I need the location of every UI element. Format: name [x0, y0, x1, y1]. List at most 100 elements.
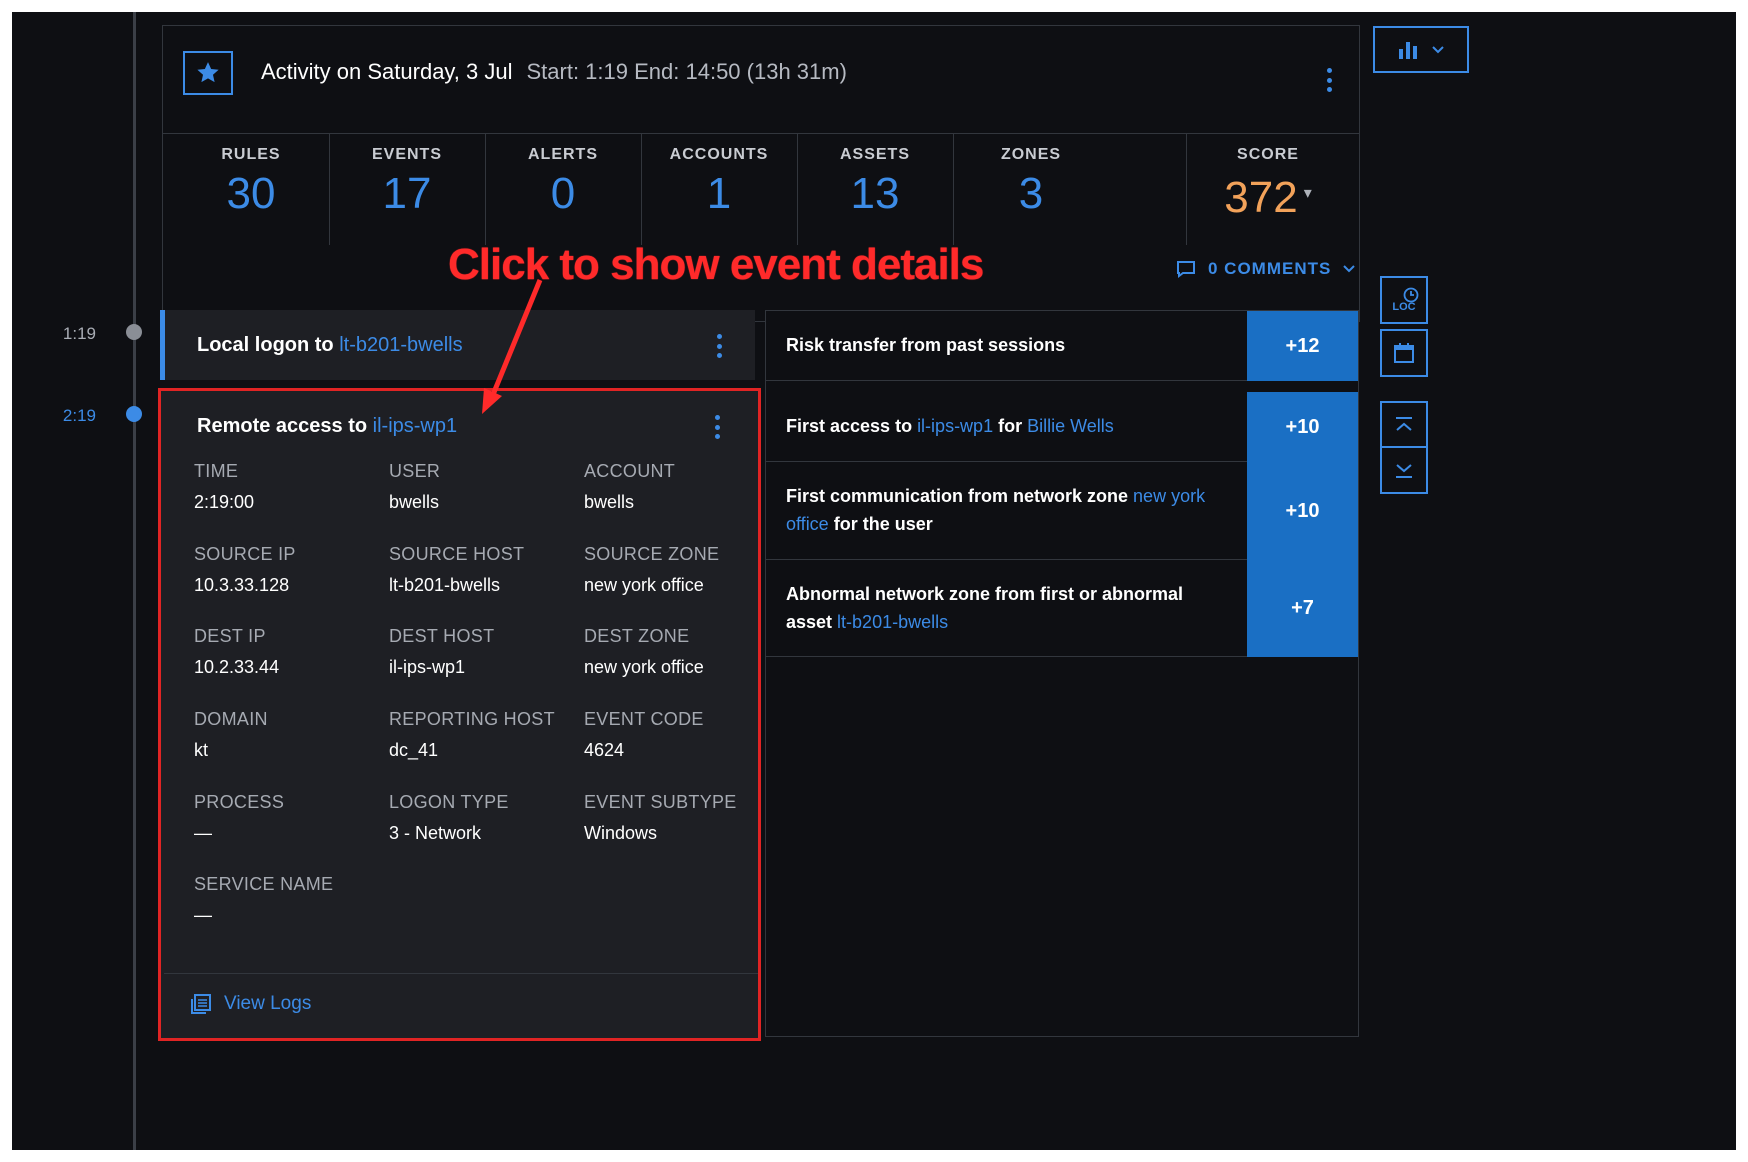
page-title: Activity on Saturday, 3 Jul Start: 1:19 E…: [261, 59, 847, 85]
calendar-button[interactable]: [1380, 329, 1428, 377]
detail-value: 10.2.33.44: [194, 657, 280, 677]
detail-field-domain: DOMAIN kt: [194, 709, 268, 761]
detail-field-user: USER bwells: [389, 461, 440, 513]
stat-rules: RULES 30: [173, 133, 329, 245]
stat-label: ASSETS: [839, 146, 910, 163]
detail-value: 4624: [584, 740, 625, 760]
detail-field-dest-host: DEST HOST il-ips-wp1: [389, 626, 494, 678]
risk-score-badge: +12: [1247, 311, 1358, 381]
detail-label: DEST ZONE: [584, 626, 690, 646]
stat-separator: [1186, 133, 1187, 245]
star-icon: [197, 62, 219, 83]
risk-reason-row[interactable]: First access to il-ips-wp1 for Billie We…: [766, 392, 1358, 462]
detail-value: 2:19:00: [194, 492, 255, 512]
detail-label: REPORTING HOST: [389, 709, 555, 729]
scroll-to-top-button[interactable]: [1380, 401, 1428, 449]
stat-label: RULES: [221, 146, 281, 163]
detail-field-account: ACCOUNT bwells: [584, 461, 675, 513]
session-range: Start: 1:19 End: 14:50 (13h 31m): [526, 59, 847, 84]
timeline-dot-1[interactable]: [126, 324, 142, 340]
stat-label: SCORE: [1237, 146, 1299, 163]
risk-score-badge: +10: [1247, 392, 1358, 462]
detail-value: bwells: [584, 492, 635, 512]
event-row-local-logon[interactable]: Local logon to lt-b201-bwells: [160, 310, 755, 380]
loc-label: LOC: [1392, 301, 1416, 313]
detail-field-reporting-host: REPORTING HOST dc_41: [389, 709, 555, 761]
calendar-icon: [1394, 343, 1414, 363]
risk-reason-fragment: Risk transfer from past sessions: [786, 335, 1066, 355]
event-host-link[interactable]: il-ips-wp1: [373, 415, 457, 437]
stat-score[interactable]: SCORE 372 ▾: [1193, 133, 1343, 245]
chevron-down-icon: [1432, 45, 1444, 53]
detail-value: dc_41: [389, 740, 439, 760]
stat-accounts: ACCOUNTS 1: [641, 133, 797, 245]
timeline-line: [133, 12, 136, 1150]
detail-label: USER: [389, 461, 441, 481]
comments-label: 0 COMMENTS: [1208, 259, 1332, 278]
event-row-remote-access[interactable]: Remote access to il-ips-wp1 TIME 2:19:00 U…: [160, 389, 758, 1039]
detail-label: DEST HOST: [389, 626, 495, 646]
risk-reason-row[interactable]: Abnormal network zone from first or abno…: [766, 560, 1358, 657]
risk-score-badge: +7: [1247, 560, 1358, 657]
detail-label: TIME: [194, 461, 239, 481]
stat-value: 17: [382, 169, 432, 218]
detail-field-event-code: EVENT CODE 4624: [584, 709, 704, 761]
detail-field-process: PROCESS —: [194, 792, 284, 844]
detail-field-source-host: SOURCE HOST lt-b201-bwells: [389, 544, 524, 596]
risk-reason-text: First communication from network zone ne…: [786, 482, 1226, 538]
bar-chart-icon: [1399, 41, 1417, 59]
risk-reason-fragment: First communication from network zone: [786, 486, 1134, 506]
view-logs-link[interactable]: View Logs: [190, 993, 311, 1015]
detail-value: il-ips-wp1: [389, 657, 466, 677]
timeline-time-1: 1:19: [62, 324, 96, 343]
risk-reasons-panel: Risk transfer from past sessions +12 First…: [765, 310, 1359, 1037]
risk-reason-text: First access to il-ips-wp1 for Billie We…: [786, 412, 1226, 440]
chevron-down-bar-icon: [1396, 464, 1412, 478]
risk-reason-fragment: for the user: [828, 514, 933, 534]
risk-entity-link[interactable]: Billie Wells: [1027, 416, 1114, 436]
event-title-text: Local logon to: [197, 334, 340, 356]
detail-field-dest-ip: DEST IP 10.2.33.44: [194, 626, 279, 678]
risk-score-badge: +10: [1247, 462, 1358, 560]
stat-label: ACCOUNTS: [669, 146, 769, 163]
stat-value: 1: [706, 169, 732, 218]
risk-entity-link[interactable]: lt-b201-bwells: [837, 612, 948, 632]
detail-value: new york office: [584, 657, 704, 677]
detail-value: kt: [194, 740, 209, 760]
detail-label: LOGON TYPE: [389, 792, 509, 812]
detail-value: new york office: [584, 575, 704, 595]
scroll-to-bottom-button[interactable]: [1380, 446, 1428, 494]
favorite-button[interactable]: [183, 51, 233, 95]
event-menu-icon[interactable]: [707, 332, 731, 360]
stat-value: 3: [1018, 169, 1044, 218]
chevron-up-bar-icon: [1396, 417, 1412, 431]
timeline-dot-2[interactable]: [126, 406, 142, 422]
comments-toggle[interactable]: 0 COMMENTS: [1176, 259, 1356, 279]
detail-value: bwells: [389, 492, 440, 512]
event-title: Remote access to il-ips-wp1: [197, 415, 457, 438]
risk-reason-fragment: First access to: [786, 416, 918, 436]
stat-assets: ASSETS 13: [797, 133, 953, 245]
detail-label: ACCOUNT: [584, 461, 676, 481]
detail-field-time: TIME 2:19:00: [194, 461, 254, 513]
stat-value: 13: [850, 169, 900, 218]
header-menu-icon[interactable]: [1317, 66, 1341, 94]
activity-title: Activity on Saturday, 3 Jul: [261, 59, 513, 84]
detail-label: SOURCE IP: [194, 544, 296, 564]
stat-alerts: ALERTS 0: [485, 133, 641, 245]
event-host-link[interactable]: lt-b201-bwells: [339, 334, 462, 356]
event-title: Local logon to lt-b201-bwells: [197, 334, 463, 357]
risk-entity-link[interactable]: il-ips-wp1: [917, 416, 993, 436]
stat-label: EVENTS: [371, 146, 442, 163]
detail-field-event-subtype: EVENT SUBTYPE Windows: [584, 792, 737, 844]
risk-reason-row[interactable]: Risk transfer from past sessions +12: [766, 311, 1358, 381]
detail-field-source-ip: SOURCE IP 10.3.33.128: [194, 544, 296, 596]
loc-time-button[interactable]: LOC: [1380, 276, 1428, 324]
event-menu-icon[interactable]: [705, 413, 729, 441]
risk-reason-row[interactable]: First communication from network zone ne…: [766, 462, 1358, 560]
stat-events: EVENTS 17: [329, 133, 485, 245]
chart-view-dropdown[interactable]: [1373, 26, 1469, 73]
view-logs-label: View Logs: [224, 993, 312, 1014]
detail-value: —: [194, 905, 212, 925]
detail-field-dest-zone: DEST ZONE new york office: [584, 626, 704, 678]
